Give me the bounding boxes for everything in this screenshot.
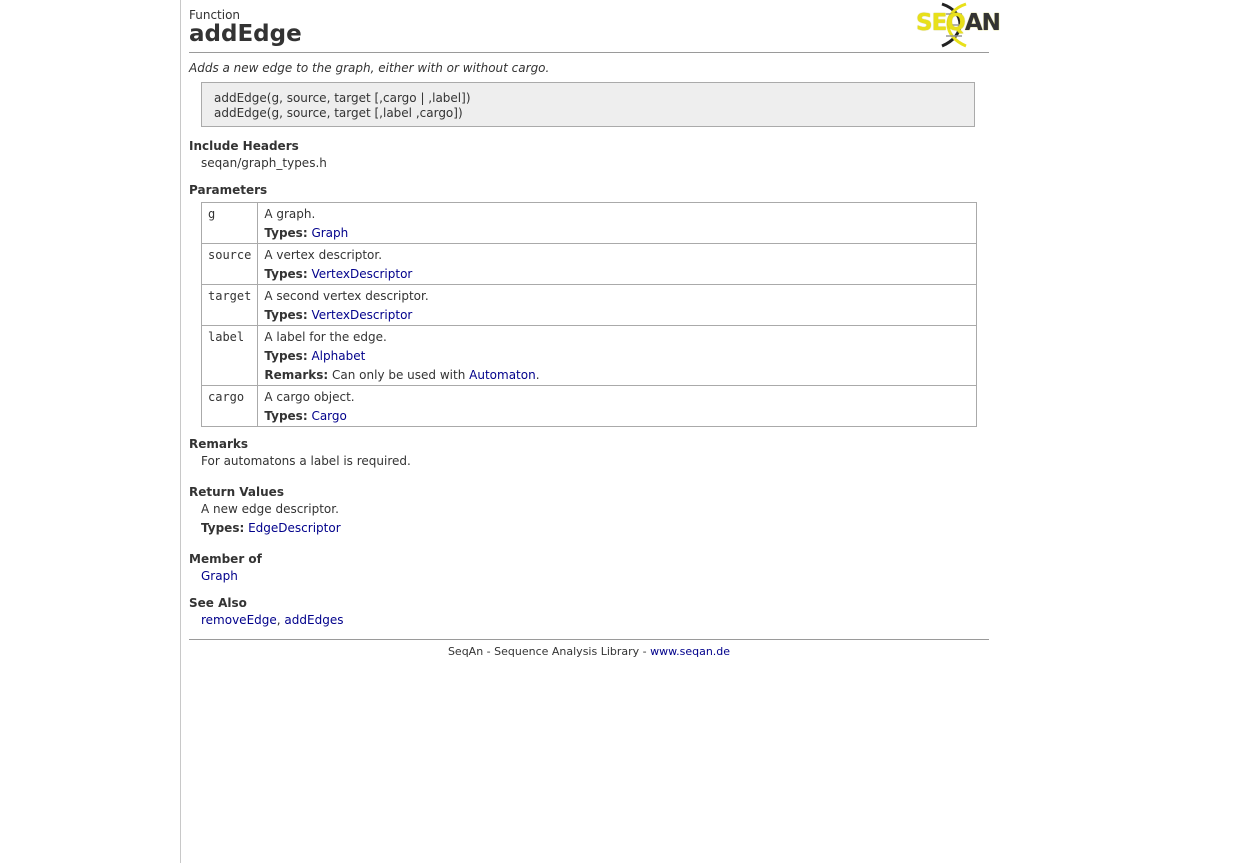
type-link-graph[interactable]: Graph [311, 226, 348, 240]
signature-line: addEdge(g, source, target [,label ,cargo… [214, 106, 463, 120]
function-summary: Adds a new edge to the graph, either wit… [189, 61, 550, 75]
param-name: source [200, 243, 259, 285]
param-description: A cargo object. Types: Cargo [257, 385, 977, 427]
return-values-heading: Return Values [189, 485, 284, 499]
type-link-edgedescriptor[interactable]: EdgeDescriptor [248, 521, 341, 535]
member-of-heading: Member of [189, 552, 262, 566]
type-link-cargo[interactable]: Cargo [311, 409, 346, 423]
footer: SeqAn - Sequence Analysis Library - www.… [447, 645, 731, 658]
return-types: Types: EdgeDescriptor [201, 521, 341, 535]
left-border [180, 0, 181, 863]
param-name: g [200, 202, 259, 244]
link-addedges[interactable]: addEdges [284, 613, 343, 627]
param-name: target [200, 284, 259, 326]
param-name: label [200, 325, 259, 386]
logo-wordmark: SEQAN [916, 10, 1001, 36]
include-header-value: seqan/graph_types.h [201, 156, 327, 170]
entity-kind: Function [189, 8, 241, 22]
see-also-heading: See Also [189, 596, 247, 610]
include-headers-heading: Include Headers [189, 139, 299, 153]
table-row: label A label for the edge. Types: Alpha… [200, 325, 977, 386]
param-description: A graph. Types: Graph [257, 202, 977, 244]
signature-box: addEdge(g, source, target [,cargo | ,lab… [201, 82, 975, 127]
footer-divider [189, 639, 989, 640]
parameters-heading: Parameters [189, 183, 268, 197]
link-removeedge[interactable]: removeEdge [201, 613, 277, 627]
table-row: source A vertex descriptor. Types: Verte… [200, 243, 977, 285]
header-divider [189, 52, 989, 53]
param-description: A vertex descriptor. Types: VertexDescri… [257, 243, 977, 285]
table-row: g A graph. Types: Graph [200, 202, 977, 244]
table-row: target A second vertex descriptor. Types… [200, 284, 977, 326]
type-link-vertexdescriptor[interactable]: VertexDescriptor [311, 308, 412, 322]
type-link-vertexdescriptor[interactable]: VertexDescriptor [311, 267, 412, 281]
type-link-alphabet[interactable]: Alphabet [311, 349, 365, 363]
parameters-table: g A graph. Types: Graph source A vertex … [200, 202, 977, 427]
member-of-value: Graph [201, 569, 238, 583]
param-name: cargo [200, 385, 259, 427]
remarks-heading: Remarks [189, 437, 249, 451]
link-automaton[interactable]: Automaton [469, 368, 536, 382]
footer-link-seqan[interactable]: www.seqan.de [650, 645, 730, 658]
page-title: addEdge [189, 21, 302, 47]
param-description: A second vertex descriptor. Types: Verte… [257, 284, 977, 326]
seqan-logo[interactable]: SEQAN [916, 2, 1001, 48]
remarks-text: For automatons a label is required. [201, 454, 411, 468]
signature-line: addEdge(g, source, target [,cargo | ,lab… [214, 91, 471, 105]
link-graph[interactable]: Graph [201, 569, 238, 583]
return-values-text: A new edge descriptor. [201, 502, 339, 516]
table-row: cargo A cargo object. Types: Cargo [200, 385, 977, 427]
param-description: A label for the edge. Types: Alphabet Re… [257, 325, 977, 386]
see-also-links: removeEdge, addEdges [201, 613, 344, 627]
